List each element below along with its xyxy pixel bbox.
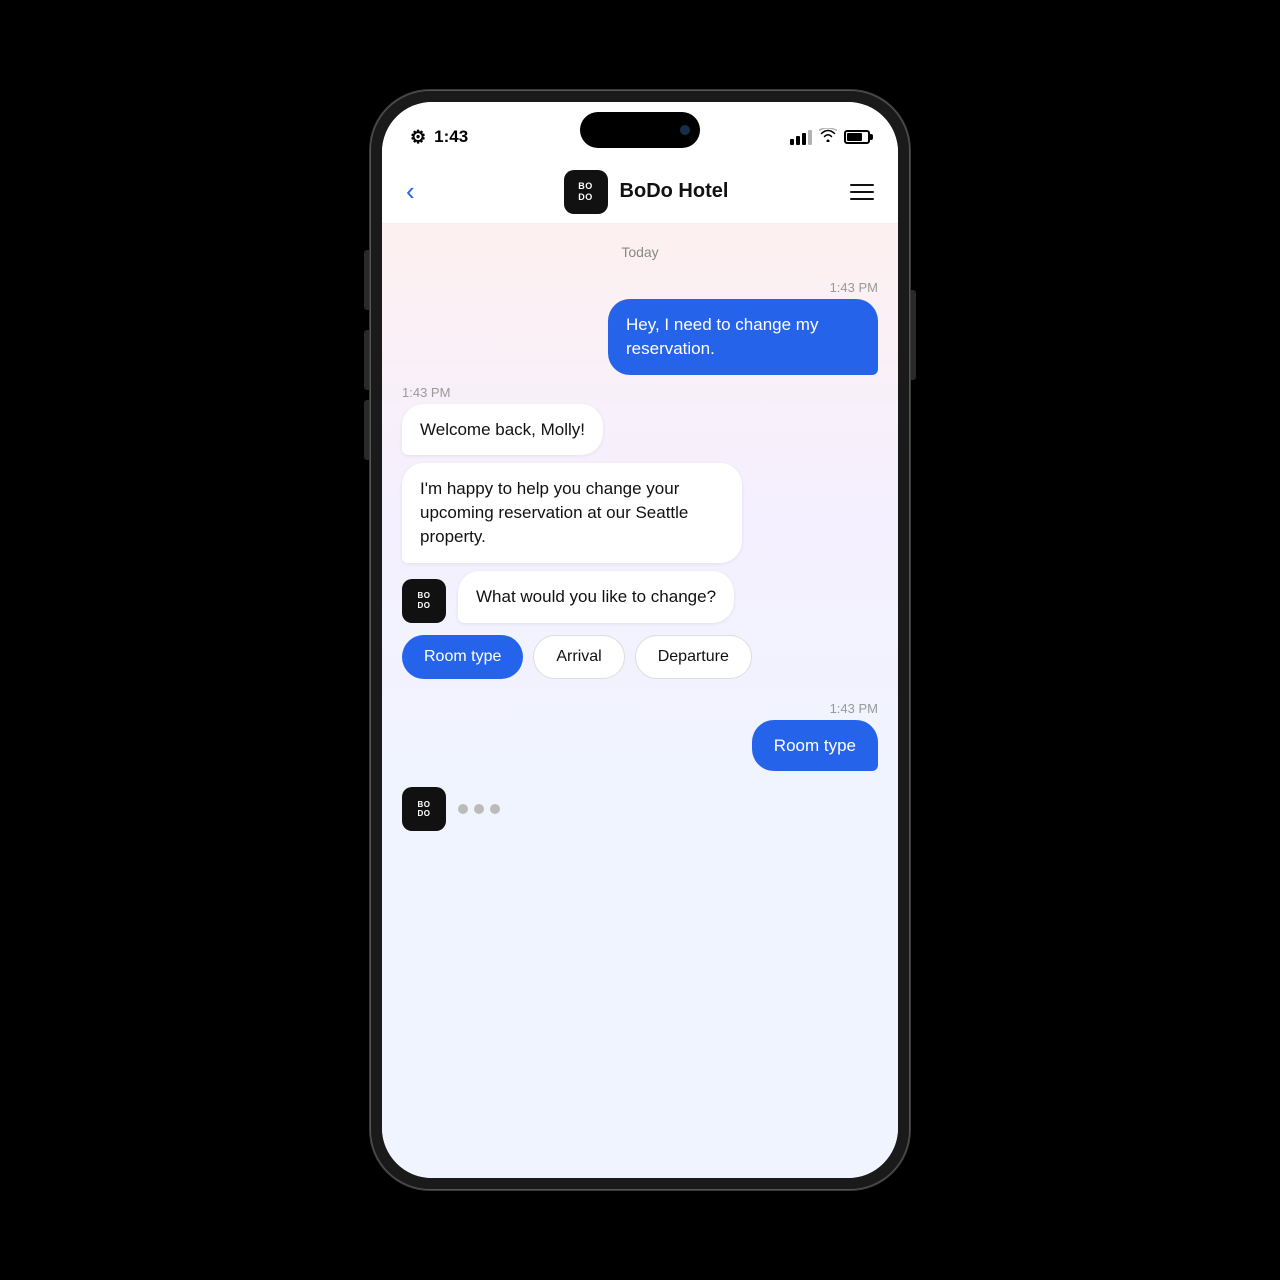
bot-message: I'm happy to help you change your upcomi… <box>402 463 742 562</box>
brand-logo: BODO <box>564 170 608 214</box>
brand-name: BoDo Hotel <box>620 180 729 203</box>
status-bar: ⚙ 1:43 <box>382 102 898 160</box>
hamburger-line <box>850 191 874 193</box>
bot-avatar: BODO <box>402 579 446 623</box>
typing-dots <box>458 804 500 814</box>
typing-indicator: BODO <box>382 771 898 831</box>
date-label: Today <box>382 224 898 270</box>
quick-reply-room-type[interactable]: Room type <box>402 635 523 679</box>
battery-icon <box>844 130 870 144</box>
gear-icon: ⚙ <box>410 127 426 148</box>
typing-dot-3 <box>490 804 500 814</box>
camera-dot <box>680 125 690 135</box>
back-icon: ‹ <box>406 176 415 206</box>
typing-dot-1 <box>458 804 468 814</box>
user-reply-message: Room type <box>752 720 878 772</box>
signal-icon <box>790 130 812 145</box>
phone-screen: ⚙ 1:43 <box>382 102 898 1178</box>
typing-dot-2 <box>474 804 484 814</box>
message-time: 1:43 PM <box>382 270 898 299</box>
phone-frame: ⚙ 1:43 <box>370 90 910 1190</box>
clock-display: 1:43 <box>434 127 468 147</box>
bot-message-inline: What would you like to change? <box>458 571 734 623</box>
quick-reply-arrival[interactable]: Arrival <box>533 635 624 679</box>
dynamic-island <box>580 112 700 148</box>
hamburger-line <box>850 198 874 200</box>
bot-message-row: BODO What would you like to change? <box>382 571 898 623</box>
quick-reply-departure[interactable]: Departure <box>635 635 752 679</box>
message-time: 1:43 PM <box>382 691 898 720</box>
bot-avatar-typing: BODO <box>402 787 446 831</box>
quick-replies: Room type Arrival Departure <box>382 623 898 691</box>
chat-area: Today 1:43 PM Hey, I need to change my r… <box>382 224 898 1178</box>
status-time: ⚙ 1:43 <box>410 127 468 148</box>
menu-button[interactable] <box>850 184 874 200</box>
user-message: Hey, I need to change my reservation. <box>608 299 878 375</box>
status-icons <box>790 128 870 146</box>
brand-section: BODO BoDo Hotel <box>564 170 729 214</box>
back-button[interactable]: ‹ <box>406 176 442 207</box>
hamburger-line <box>850 184 874 186</box>
app-header: ‹ BODO BoDo Hotel <box>382 160 898 224</box>
bot-message: Welcome back, Molly! <box>402 404 603 456</box>
message-time: 1:43 PM <box>382 375 898 404</box>
wifi-icon <box>819 128 837 146</box>
